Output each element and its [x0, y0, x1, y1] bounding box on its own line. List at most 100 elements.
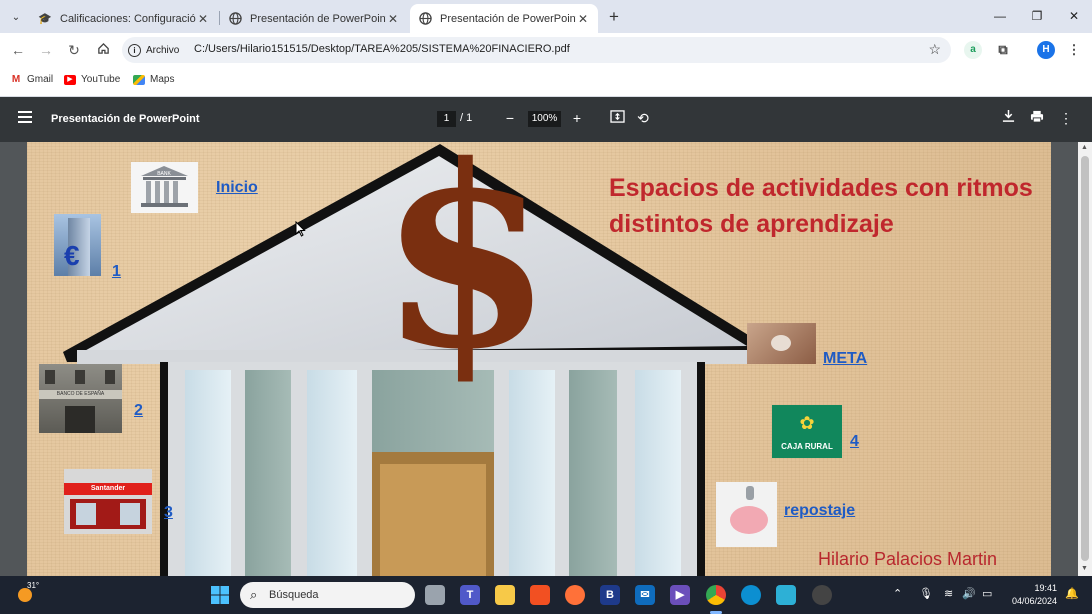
battery-icon[interactable]: ▭	[982, 587, 992, 600]
dollar-sign-graphic: $	[379, 142, 553, 404]
zoom-in-icon[interactable]: +	[567, 108, 587, 128]
address-bar[interactable]: i Archivo C:/Users/Hilario151515/Desktop…	[122, 37, 951, 63]
pdf-more-icon[interactable]: ⋮	[1056, 108, 1076, 128]
taskbar-clock[interactable]: 19:41 04/06/2024	[1007, 582, 1057, 608]
piggy-bank-picture	[716, 482, 777, 547]
show-hidden-icons-icon[interactable]: ⌃	[893, 587, 902, 600]
file-chip-label: Archivo	[146, 44, 180, 56]
pdf-viewport[interactable]: $ Espacios de actividades con ritmos dis…	[0, 142, 1092, 576]
link-inicio[interactable]: Inicio	[216, 179, 258, 197]
teams-icon[interactable]: T	[460, 585, 480, 605]
taskbar-search-box[interactable]: ⌕ Búsqueda	[240, 582, 415, 608]
banco-espana-sign: BANCO DE ESPAÑA	[39, 390, 122, 399]
restore-button[interactable]: ❐	[1019, 6, 1055, 28]
tab-label: Presentación de PowerPoint	[250, 12, 386, 25]
bookmark-youtube[interactable]: ▶ YouTube	[64, 74, 120, 85]
globe-icon	[418, 12, 432, 26]
euro-icon: €	[64, 240, 80, 271]
rotate-icon[interactable]: ⟲	[633, 108, 653, 128]
bookmark-star-icon[interactable]: ☆	[928, 41, 941, 58]
link-2[interactable]: 2	[134, 402, 143, 420]
tab-powerpoint-1[interactable]: Presentación de PowerPoint ✕	[220, 4, 408, 33]
microphone-icon[interactable]: 🎙	[919, 587, 933, 600]
media-player-icon[interactable]: ▶	[670, 585, 690, 605]
volume-icon[interactable]: 🔊	[962, 587, 976, 600]
link-repostaje[interactable]: repostaje	[784, 502, 855, 520]
firefox-icon[interactable]	[565, 585, 585, 605]
tab-powerpoint-2-active[interactable]: Presentación de PowerPoint ✕	[410, 4, 598, 33]
bookmark-label: Maps	[150, 74, 175, 85]
profile-avatar[interactable]: H	[1037, 41, 1055, 59]
edge-icon[interactable]	[741, 585, 761, 605]
chrome-icon[interactable]	[706, 585, 726, 605]
search-placeholder: Búsqueda	[269, 589, 319, 601]
bookmark-label: Gmail	[27, 74, 54, 85]
link-3[interactable]: 3	[164, 504, 173, 522]
wifi-icon[interactable]: ≋	[944, 587, 953, 600]
link-4[interactable]: 4	[850, 433, 859, 451]
extensions-puzzle-icon[interactable]: ⧉	[994, 41, 1012, 59]
microsoft-store-icon[interactable]	[530, 585, 550, 605]
bookmarks-bar: M Gmail ▶ YouTube Maps	[0, 67, 1092, 97]
pdf-page-slide: $ Espacios de actividades con ritmos dis…	[27, 142, 1051, 576]
home-icon[interactable]	[93, 40, 113, 60]
minimize-button[interactable]: —	[982, 6, 1018, 28]
url-text[interactable]: C:/Users/Hilario151515/Desktop/TAREA%205…	[194, 43, 570, 55]
gmail-icon: M	[10, 73, 22, 85]
link-meta[interactable]: META	[823, 350, 867, 368]
info-icon: i	[128, 43, 141, 57]
remote-desktop-icon[interactable]	[776, 585, 796, 605]
mail-icon[interactable]: ✉	[635, 585, 655, 605]
tab-close-icon[interactable]: ✕	[576, 12, 590, 26]
author-name: Hilario Palacios Martin	[818, 549, 998, 569]
file-explorer-icon[interactable]	[495, 585, 515, 605]
total-pages: 1	[466, 112, 473, 124]
bookmark-label: YouTube	[81, 74, 121, 85]
new-tab-button[interactable]: +	[604, 7, 624, 27]
pdf-title: Presentación de PowerPoint	[51, 113, 200, 125]
more-menu-icon[interactable]: ⋮	[1065, 41, 1083, 59]
app-notification-icon[interactable]	[812, 585, 832, 605]
print-icon[interactable]	[1027, 108, 1047, 128]
scrollbar-thumb[interactable]	[1081, 156, 1089, 561]
notification-bell-icon[interactable]: 🔔	[1065, 587, 1079, 600]
link-1[interactable]: 1	[112, 263, 121, 281]
reload-icon[interactable]: ↻	[64, 40, 84, 60]
bookmark-gmail[interactable]: M Gmail	[10, 74, 53, 85]
zoom-level-input[interactable]: 100%	[528, 111, 561, 127]
tab-close-icon[interactable]: ✕	[386, 12, 400, 26]
fit-to-page-icon[interactable]	[607, 108, 627, 128]
zoom-out-icon[interactable]: −	[500, 108, 520, 128]
bank-icon-picture: BANK	[131, 162, 198, 213]
tab-search-chevron-icon[interactable]: ⌄	[6, 7, 26, 27]
download-icon[interactable]	[998, 108, 1018, 128]
back-arrow-icon[interactable]: ←	[8, 40, 28, 60]
windows-start-icon[interactable]	[210, 585, 230, 605]
clock-time: 19:41	[1034, 583, 1057, 593]
bank-sign-text: BANK	[157, 171, 171, 177]
forward-arrow-icon[interactable]: →	[36, 40, 56, 60]
bookmark-maps[interactable]: Maps	[133, 74, 174, 85]
browser-toolbar: ← → ↻ i Archivo C:/Users/Hilario151515/D…	[0, 33, 1092, 67]
wheat-icon: ✿	[799, 413, 815, 433]
page-number-input[interactable]: 1	[437, 111, 456, 127]
task-view-icon[interactable]	[425, 585, 445, 605]
tab-calificaciones[interactable]: 🎓 Calificaciones: Configuración ✕	[30, 4, 218, 33]
globe-icon	[228, 12, 242, 26]
temperature: 31°	[27, 581, 40, 590]
extension-a-icon[interactable]: a	[964, 41, 982, 59]
mouse-cursor-icon	[295, 221, 306, 237]
tab-strip: ⌄ 🎓 Calificaciones: Configuración ✕ Pres…	[0, 0, 1092, 33]
scroll-up-icon[interactable]: ▲	[1081, 144, 1088, 151]
hamburger-menu-icon[interactable]	[18, 111, 32, 125]
youtube-icon: ▶	[64, 74, 76, 85]
b-app-icon[interactable]: B	[600, 585, 620, 605]
santander-sign: Santander	[64, 483, 152, 495]
clock-date: 04/06/2024	[1011, 596, 1057, 606]
site-info-chip[interactable]: i Archivo	[128, 40, 179, 60]
scroll-down-icon[interactable]: ▼	[1081, 565, 1088, 572]
vertical-scrollbar[interactable]: ▲ ▼	[1078, 142, 1092, 576]
close-window-button[interactable]: ✕	[1056, 6, 1092, 28]
graduation-cap-icon: 🎓	[38, 13, 52, 25]
tab-close-icon[interactable]: ✕	[196, 12, 210, 26]
